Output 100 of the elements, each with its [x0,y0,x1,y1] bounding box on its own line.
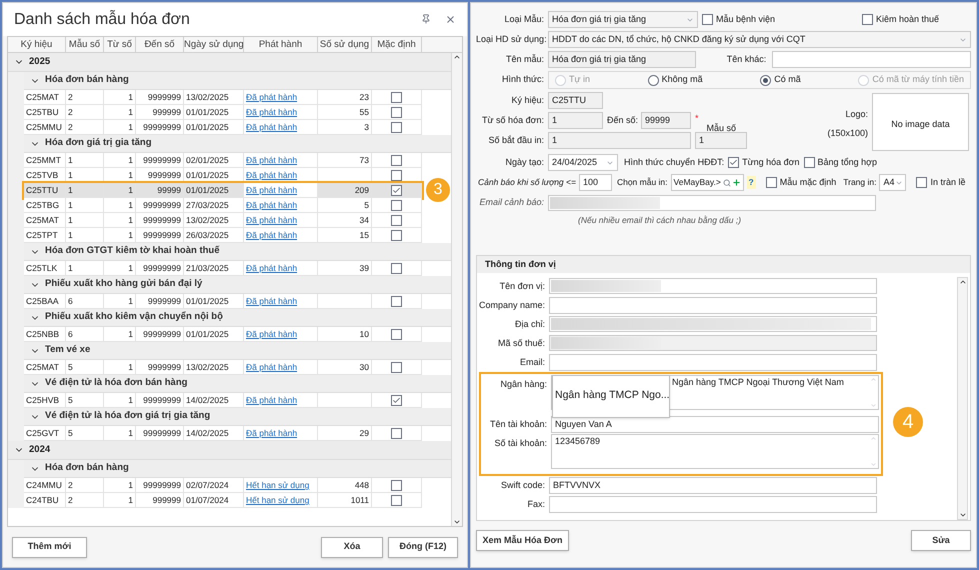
logo-image-box[interactable]: No image data [872,93,969,151]
pin-icon[interactable] [421,14,431,24]
checkbox[interactable] [391,480,402,490]
table-row[interactable]: C25MAT 5 1 9999999 13/02/2025 Đã phát hành 30 [24,360,422,375]
bank-dropdown[interactable]: Ngân hàng TMCP Ngo... [552,374,670,418]
group-header[interactable]: Phiếu xuất kho kiêm vận chuyển nội bộ [24,309,451,327]
redacted-field[interactable] [549,316,877,332]
text-area[interactable]: 123456789 [551,434,879,469]
column-header[interactable]: Ngày sử dụng [184,37,244,52]
close-icon[interactable] [445,14,456,25]
checkbox[interactable] [391,428,402,438]
text-field[interactable]: 100 [578,174,612,191]
checkbox[interactable] [391,92,402,102]
template-field[interactable]: VeMayBay.> [670,174,744,191]
text-field[interactable]: Hóa đơn giá trị gia tăng [548,51,696,68]
dropdown[interactable]: Hóa đơn giá trị gia tăng [548,11,698,28]
status-link[interactable]: Đã phát hành [246,107,298,117]
column-header[interactable]: Đến số [136,37,184,52]
status-link[interactable]: Đã phát hành [246,230,298,240]
status-link[interactable]: Đã phát hành [246,296,298,306]
checkbox[interactable] [391,170,402,180]
group-header[interactable]: Tem vé xe [24,342,451,360]
radio-option[interactable]: Có mã [760,73,801,87]
status-link[interactable]: Đã phát hành [246,215,298,225]
radio-option[interactable]: Không mã [648,73,703,87]
group-header[interactable]: Hóa đơn GTGT kiêm tờ khai hoàn thuế [24,243,451,261]
dropdown[interactable]: 24/04/2025 [548,154,618,171]
dropdown[interactable]: HDDT do các DN, tổ chức, hộ CNKD đăng ký sử dụng với CQT [548,31,971,48]
group-header[interactable]: Hóa đơn bán hàng [24,72,451,90]
redacted-field[interactable] [548,194,876,210]
dropdown[interactable]: A4 [879,174,906,191]
table-row[interactable]: C25MMT 1 1 99999999 02/01/2025 Đã phát hành 73 [24,153,422,168]
text-field[interactable]: 1 [695,132,747,149]
table-row[interactable]: C25MAT 1 1 99999999 13/02/2025 Đã phát hành 34 [24,213,422,228]
text-field[interactable]: 1 [548,112,603,129]
checkbox[interactable] [916,177,928,188]
table-row[interactable]: C25TBG 1 1 99999999 27/03/2025 Đã phát hành 5 [24,198,422,213]
status-link[interactable]: Đã phát hành [246,329,298,339]
table-row[interactable]: C25NBB 6 1 99999999 01/01/2025 Đã phát hành 10 [24,327,422,342]
checkbox[interactable] [391,122,402,132]
checkbox[interactable] [391,362,402,372]
group-header[interactable]: 2025 [8,53,451,72]
column-header[interactable]: Mẫu số [66,37,104,52]
text-field[interactable] [549,354,877,371]
checkbox[interactable] [391,394,402,406]
help-button[interactable]: ? [746,176,756,189]
text-field[interactable]: 1 [548,132,691,149]
group-header[interactable]: Phiếu xuất kho hàng gửi bán đại lý [24,276,451,294]
scrollbar[interactable] [957,276,968,520]
table-row[interactable]: C25TPT 1 1 99999999 26/03/2025 Đã phát hành 15 [24,228,422,243]
table-row[interactable]: C25MAT 2 1 9999999 13/02/2025 Đã phát hành 23 [24,90,422,105]
checkbox[interactable] [391,154,402,166]
table-row[interactable]: C24MMU 2 1 99999999 02/07/2024 Hết hạn sử dụng 448 [24,478,422,493]
table-row[interactable]: C25BAA 6 1 9999999 01/01/2025 Đã phát hành [24,294,422,309]
status-link[interactable]: Đã phát hành [246,428,298,438]
redacted-field[interactable] [549,335,877,352]
table-row[interactable]: C25GVT 5 1 99999999 14/02/2025 Đã phát hành 29 [24,426,422,441]
table-row[interactable]: C24TBU 2 1 999999 01/07/2024 Hết hạn sử dụng 1011 [24,493,422,508]
group-header[interactable]: Hóa đơn bán hàng [24,460,451,478]
action-button[interactable]: Sửa [911,530,971,552]
status-link[interactable]: Đã phát hành [246,92,298,102]
status-link[interactable]: Đã phát hành [246,122,298,132]
scrollbar[interactable] [451,53,462,526]
checkbox[interactable] [766,177,777,188]
status-link[interactable]: Đã phát hành [246,170,298,180]
status-link[interactable]: Đã phát hành [246,155,298,165]
group-header[interactable]: 2024 [8,441,451,460]
checkbox[interactable] [391,200,402,210]
column-header[interactable]: Ký hiệu [8,37,66,52]
text-field[interactable] [549,496,877,513]
text-field[interactable]: BFTVVNVX [549,476,877,494]
column-header[interactable]: Số sử dụng [318,37,372,52]
action-button[interactable]: Đóng (F12) [388,536,458,558]
text-field[interactable] [772,51,971,68]
checkbox[interactable] [391,296,402,306]
table-row[interactable]: C25MMU 2 1 99999999 01/01/2025 Đã phát hành 3 [24,120,422,135]
checkbox[interactable] [391,184,402,196]
action-button[interactable]: Thêm mới [12,536,87,558]
status-link[interactable]: Đã phát hành [246,200,298,210]
text-field[interactable]: C25TTU [548,92,603,109]
column-header[interactable]: Phát hành [244,37,318,52]
checkbox[interactable] [862,14,873,25]
table-row[interactable]: C25TLK 1 1 99999999 21/03/2025 Đã phát hành 39 [24,261,422,276]
status-link[interactable]: Đã phát hành [246,395,298,405]
action-button[interactable]: Xóa [321,536,383,558]
action-button[interactable]: Xem Mẫu Hóa Đơn [476,530,569,552]
table-row[interactable]: C25TBU 2 1 999999 01/01/2025 Đã phát hành 55 [24,105,422,120]
table-row[interactable]: C25HVB 5 1 99999999 14/02/2025 Đã phát hành [24,393,422,408]
checkbox[interactable] [391,106,402,118]
checkbox[interactable] [391,214,402,226]
checkbox[interactable] [391,262,402,274]
column-header[interactable]: Mặc định [372,37,422,52]
checkbox[interactable] [702,14,713,25]
group-header[interactable]: Hóa đơn giá trị gia tăng [24,135,451,153]
text-field[interactable]: 99999 [641,112,691,129]
checkbox[interactable] [728,157,740,168]
text-field[interactable] [549,296,877,314]
status-link[interactable]: Đã phát hành [246,263,298,273]
column-header[interactable]: Từ số [104,37,136,52]
group-header[interactable]: Vé điện tử là hóa đơn bán hàng [24,375,451,393]
